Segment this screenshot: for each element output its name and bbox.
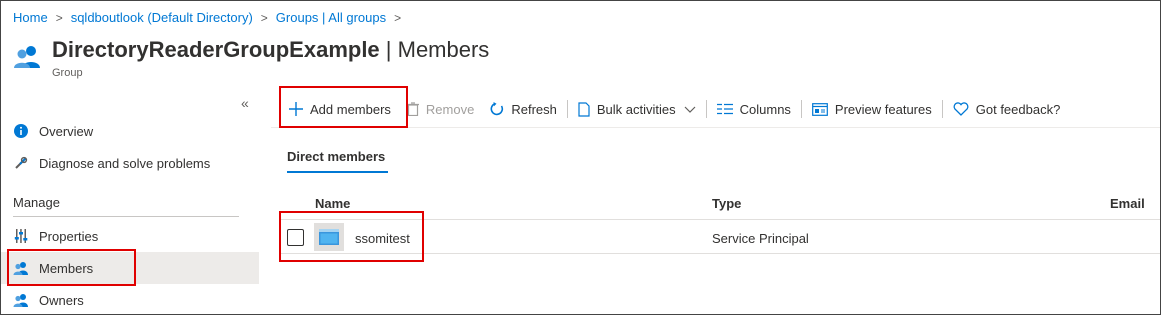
sidebar-divider: [13, 216, 239, 217]
sidebar-item-overview[interactable]: Overview: [1, 115, 259, 147]
bulk-activities-button[interactable]: Bulk activities: [570, 93, 704, 125]
breadcrumb: Home > sqldboutlook (Default Directory) …: [13, 10, 409, 25]
preview-features-label: Preview features: [834, 101, 932, 117]
remove-button[interactable]: Remove: [399, 93, 482, 125]
breadcrumb-separator: >: [260, 10, 268, 25]
highlight-box: [279, 86, 408, 128]
sidebar-section-manage: Manage: [13, 195, 60, 210]
preview-features-button[interactable]: Preview features: [804, 93, 940, 125]
page-title-section: Members: [397, 37, 490, 62]
feedback-label: Got feedback?: [975, 101, 1061, 117]
sidebar-item-diagnose[interactable]: Diagnose and solve problems: [1, 147, 259, 179]
tab-direct-members[interactable]: Direct members: [287, 149, 385, 164]
sidebar-item-properties[interactable]: Properties: [1, 220, 259, 252]
toolbar-divider: [705, 100, 707, 118]
breadcrumb-separator: >: [394, 10, 402, 25]
feedback-button[interactable]: Got feedback?: [945, 93, 1069, 125]
page-title-divider: |: [379, 37, 398, 62]
page-title: DirectoryReaderGroupExample | Members: [52, 37, 489, 63]
group-icon: [13, 45, 43, 69]
column-header-email[interactable]: Email: [1110, 196, 1145, 211]
column-header-type[interactable]: Type: [712, 196, 741, 211]
preview-icon: [812, 102, 828, 116]
wrench-icon: [13, 156, 29, 170]
sidebar-item-label: Properties: [39, 228, 99, 244]
breadcrumb-separator: >: [55, 10, 63, 25]
collapse-sidebar-button[interactable]: «: [241, 95, 249, 111]
sidebar-item-label: Owners: [39, 292, 84, 308]
highlight-box: [279, 211, 424, 262]
row-type: Service Principal: [712, 231, 809, 246]
toolbar-divider: [941, 100, 943, 118]
highlight-box: [7, 249, 136, 286]
sliders-icon: [13, 229, 29, 243]
refresh-label: Refresh: [511, 101, 557, 117]
columns-label: Columns: [739, 101, 791, 117]
tab-underline: [287, 171, 388, 173]
columns-icon: [716, 103, 733, 115]
breadcrumb-groups[interactable]: Groups | All groups: [276, 10, 386, 25]
heart-icon: [953, 102, 969, 116]
info-icon: [13, 124, 29, 138]
toolbar-divider: [566, 100, 568, 118]
columns-button[interactable]: Columns: [709, 93, 799, 125]
chevron-down-icon: [684, 102, 696, 117]
page-title-main: DirectoryReaderGroupExample: [52, 37, 380, 62]
refresh-button[interactable]: Refresh: [482, 93, 565, 125]
sidebar-item-label: Overview: [39, 123, 94, 139]
refresh-icon: [490, 102, 504, 116]
column-header-name[interactable]: Name: [315, 196, 350, 211]
people-icon: [13, 293, 29, 307]
toolbar-divider: [800, 100, 802, 118]
breadcrumb-directory[interactable]: sqldboutlook (Default Directory): [71, 10, 253, 25]
bulk-activities-label: Bulk activities: [596, 101, 676, 117]
trash-icon: [406, 102, 419, 116]
sidebar-item-owners[interactable]: Owners: [1, 284, 259, 314]
breadcrumb-home[interactable]: Home: [13, 10, 48, 25]
page-subtitle: Group: [52, 67, 83, 79]
sidebar-item-label: Diagnose and solve problems: [39, 155, 211, 171]
document-icon: [578, 101, 590, 117]
remove-label: Remove: [425, 101, 475, 117]
portal-frame: Home > sqldboutlook (Default Directory) …: [0, 0, 1161, 315]
